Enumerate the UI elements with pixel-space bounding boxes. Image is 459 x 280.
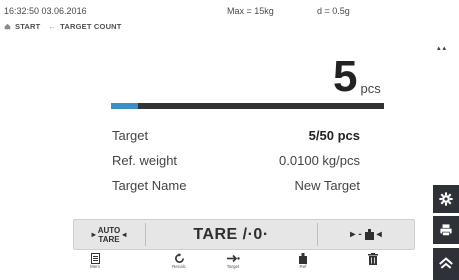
main-reading: 5 pcs — [333, 55, 381, 99]
recalculate-icon — [174, 253, 184, 263]
settings-button[interactable] — [433, 185, 459, 213]
main-button-row: ▸ AUTO TARE ◂ TARE /·0· ▸ - ◂ — [73, 219, 415, 250]
breadcrumb: START ← TARGET COUNT — [4, 22, 122, 31]
corner-marker-icon: ▴ ▴ — [437, 45, 446, 52]
arrow-left-icon: ◂ — [376, 229, 382, 240]
weight-icon — [364, 229, 374, 240]
tare-zero-label: TARE /·0· — [193, 225, 269, 243]
print-button[interactable] — [433, 216, 459, 244]
target-arrow-icon — [227, 254, 240, 263]
trash-icon — [368, 253, 378, 265]
arrow-right-icon: ▸ — [350, 229, 356, 240]
info-value-target-name: New Target — [294, 178, 360, 193]
progress-fill — [111, 103, 139, 109]
info-label-target-name: Target Name — [112, 178, 187, 193]
home-button[interactable] — [433, 248, 459, 280]
recalc-button[interactable]: Recalc — [161, 253, 197, 280]
progress-bar — [111, 103, 384, 109]
bottom-toolbar: Mem Recalc Target Ref — [73, 252, 415, 280]
gear-icon — [439, 192, 453, 206]
mem-button[interactable]: Mem — [77, 253, 113, 280]
ref-label: Ref — [299, 264, 307, 269]
datetime: 16:32:50 03.06.2016 — [4, 6, 87, 16]
dash-icon: - — [358, 229, 362, 240]
auto-tare-label: AUTO TARE — [98, 226, 121, 244]
breadcrumb-start[interactable]: START — [15, 22, 40, 31]
memory-icon — [90, 253, 100, 264]
reading-value: 5 — [333, 52, 358, 101]
tare-zero-button[interactable]: TARE /·0· — [146, 220, 316, 249]
info-label-ref-weight: Ref. weight — [112, 153, 178, 168]
target-label: Target — [226, 264, 240, 269]
auto-tare-button[interactable]: ▸ AUTO TARE ◂ — [74, 220, 144, 249]
info-label-target: Target — [112, 128, 149, 143]
scale-select-button[interactable]: ▸ - ◂ — [318, 220, 414, 249]
arrow-left-icon: ◂ — [122, 230, 127, 239]
division: d = 0.5g — [317, 6, 350, 16]
auto-tare-line2: TARE — [98, 234, 120, 244]
printer-icon — [440, 224, 452, 236]
ref-button[interactable]: Ref — [285, 253, 321, 280]
reading-unit: pcs — [360, 81, 381, 96]
info-value-ref-weight: 0.0100 kg/pcs — [279, 153, 360, 168]
breadcrumb-current: TARGET COUNT — [60, 22, 122, 31]
arrow-right-icon: ▸ — [91, 230, 96, 239]
reference-weight-icon — [299, 253, 307, 264]
breadcrumb-separator-icon: ← — [48, 22, 57, 31]
target-button[interactable]: Target — [215, 253, 251, 280]
recalc-label: Recalc — [172, 264, 186, 269]
home-icon — [439, 257, 453, 269]
info-value-target: 5/50 pcs — [308, 128, 360, 143]
home-small-icon — [4, 23, 11, 30]
auto-tare-line1: AUTO — [97, 225, 121, 235]
delete-button[interactable] — [355, 253, 391, 280]
mem-label: Mem — [90, 264, 100, 269]
max-capacity: Max = 15kg — [227, 6, 274, 16]
